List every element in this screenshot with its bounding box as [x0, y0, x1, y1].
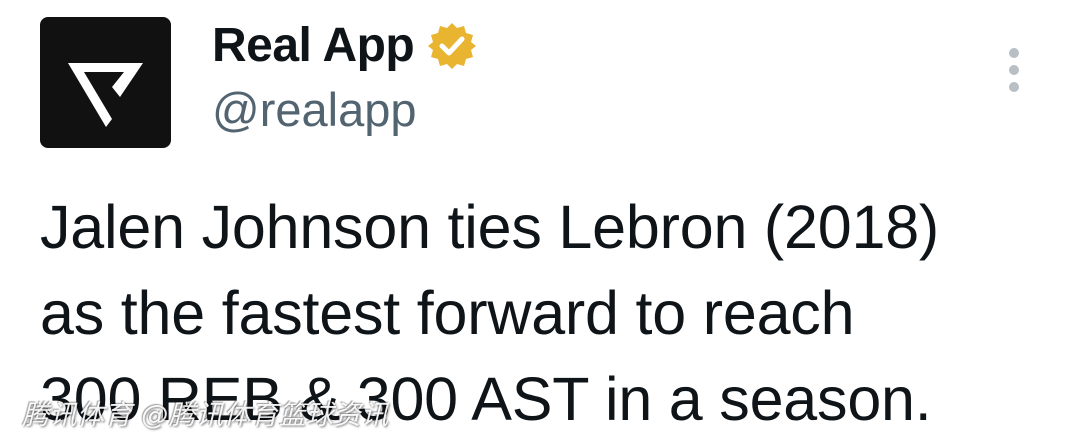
real-app-logo-icon — [68, 63, 143, 127]
verified-badge-icon — [426, 20, 478, 72]
user-handle[interactable]: @realapp — [212, 86, 417, 133]
more-vertical-icon-dot — [1009, 65, 1019, 75]
more-vertical-icon-dot — [1009, 82, 1019, 92]
more-vertical-icon — [1009, 48, 1019, 58]
author-row: Real App — [212, 14, 478, 78]
display-name[interactable]: Real App — [212, 22, 415, 70]
avatar[interactable] — [40, 17, 171, 148]
tweet-card: Real App @realapp Jalen Johnson ties Leb… — [0, 0, 1080, 448]
more-options-button[interactable] — [996, 46, 1032, 94]
watermark: 腾讯体育 @腾讯体育篮球资讯 — [22, 400, 389, 431]
